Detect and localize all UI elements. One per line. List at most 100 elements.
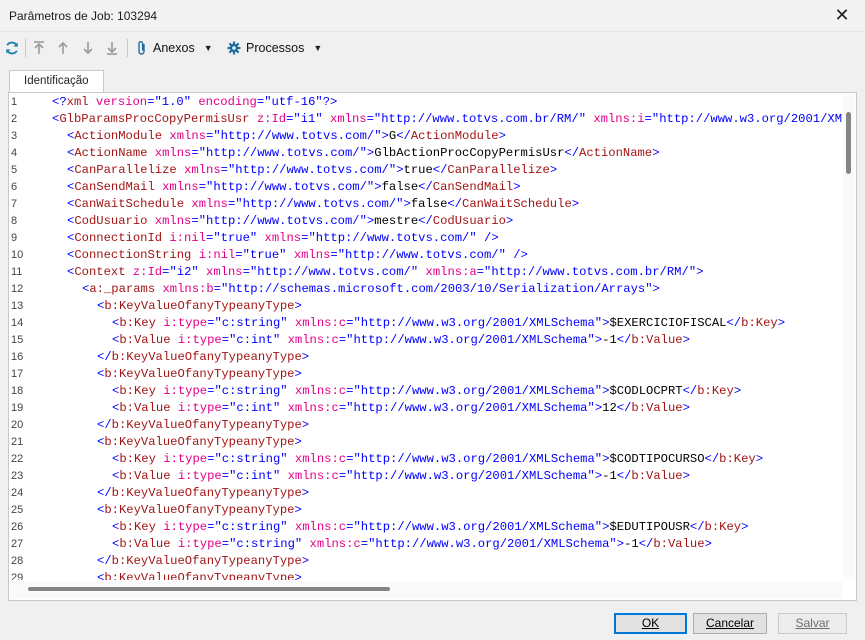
code-line: 24 </b:KeyValueOfanyTypeanyType> bbox=[10, 485, 844, 502]
xml-token: xmlns bbox=[154, 146, 192, 160]
tab-identificacao[interactable]: Identificação bbox=[9, 70, 104, 93]
xml-token: "c:int" bbox=[229, 401, 281, 415]
xml-token: encoding bbox=[198, 95, 257, 109]
xml-token: b:KeyValueOfanyTypeanyType bbox=[104, 571, 295, 580]
xml-token: = bbox=[221, 469, 230, 483]
xml-token: > bbox=[682, 469, 690, 483]
xml-token bbox=[477, 231, 484, 245]
move-down-button[interactable] bbox=[81, 37, 95, 59]
xml-token: xmlns:c bbox=[287, 469, 339, 483]
line-number: 21 bbox=[11, 436, 24, 448]
xml-token: "http://www.w3.org/2001/XMLSchema" bbox=[346, 469, 595, 483]
line-number: 22 bbox=[11, 453, 24, 465]
line-number: 27 bbox=[11, 538, 24, 550]
xml-token: ConnectionId bbox=[74, 231, 163, 245]
line-number: 26 bbox=[11, 521, 24, 533]
cancel-button[interactable]: Cancelar bbox=[693, 613, 767, 634]
xml-token: b:KeyValueOfanyTypeanyType bbox=[111, 554, 302, 568]
code-text: <ActionModule xmlns="http://www.totvs.co… bbox=[67, 128, 506, 145]
xml-token: > bbox=[616, 537, 625, 551]
xml-token: = bbox=[366, 112, 374, 126]
code-text: <b:KeyValueOfanyTypeanyType> bbox=[97, 434, 302, 451]
attachments-menu-button[interactable]: Anexos ▼ bbox=[136, 37, 213, 59]
xml-token: b:Value bbox=[119, 537, 171, 551]
xml-token: > bbox=[294, 571, 302, 580]
xml-token bbox=[177, 163, 184, 177]
xml-token: CanWaitSchedule bbox=[462, 197, 572, 211]
xml-token: xmlns bbox=[264, 231, 302, 245]
code-text: <b:Key i:type="c:string" xmlns:c="http:/… bbox=[112, 519, 748, 536]
xml-token: 12 bbox=[602, 401, 617, 415]
xml-token: > bbox=[294, 435, 302, 449]
line-number: 14 bbox=[11, 317, 24, 329]
xml-token: xmlns:i bbox=[593, 112, 645, 126]
line-number: 23 bbox=[11, 470, 24, 482]
xml-token: > bbox=[294, 367, 302, 381]
xml-token: "http://www.totvs.com/" bbox=[337, 248, 506, 262]
xml-editor[interactable]: 1 <?xml version="1.0" encoding="utf-16"?>… bbox=[10, 94, 844, 580]
code-line: 3 <ActionModule xmlns="http://www.totvs.c… bbox=[10, 128, 844, 145]
xml-token: true bbox=[403, 163, 433, 177]
line-number: 15 bbox=[11, 334, 24, 346]
xml-token: </ bbox=[396, 129, 411, 143]
line-number: 17 bbox=[11, 368, 24, 380]
horizontal-scroll-thumb[interactable] bbox=[28, 587, 390, 591]
save-button[interactable]: Salvar bbox=[778, 613, 847, 634]
chevron-down-icon: ▼ bbox=[203, 43, 213, 53]
xml-token: </ bbox=[97, 554, 112, 568]
ok-button[interactable]: OK bbox=[614, 613, 687, 634]
horizontal-scrollbar[interactable] bbox=[10, 581, 843, 599]
code-text: <b:KeyValueOfanyTypeanyType> bbox=[97, 298, 302, 315]
refresh-button[interactable] bbox=[4, 37, 20, 59]
line-number: 20 bbox=[11, 419, 24, 431]
move-last-button[interactable] bbox=[105, 37, 119, 59]
xml-token: z:Id bbox=[132, 265, 163, 279]
xml-token: xmlns:c bbox=[309, 537, 361, 551]
move-first-button[interactable] bbox=[32, 37, 46, 59]
xml-token: b:Value bbox=[119, 469, 171, 483]
toolbar-separator bbox=[25, 39, 26, 57]
xml-token: xmlns bbox=[154, 214, 192, 228]
xml-token: </ bbox=[726, 316, 742, 330]
tab-strip: Identificação bbox=[8, 70, 857, 93]
xml-token: </ bbox=[432, 163, 448, 177]
xml-token: "http://www.w3.org/2001/XMLSchema" bbox=[353, 520, 603, 534]
xml-token: > bbox=[294, 503, 302, 517]
xml-token: = bbox=[330, 248, 338, 262]
xml-token: xml bbox=[66, 95, 89, 109]
xml-token bbox=[171, 333, 178, 347]
xml-token: ?> bbox=[322, 95, 338, 109]
xml-token: /> bbox=[484, 231, 499, 245]
xml-token: i:type bbox=[163, 316, 208, 330]
xml-token bbox=[288, 316, 295, 330]
vertical-scroll-thumb[interactable] bbox=[846, 112, 851, 174]
close-icon[interactable]: ✕ bbox=[833, 5, 851, 25]
vertical-scrollbar[interactable] bbox=[843, 94, 855, 580]
xml-token: </ bbox=[689, 520, 705, 534]
xml-token: = bbox=[221, 401, 230, 415]
xml-token: $CODLOCPRT bbox=[609, 384, 683, 398]
xml-token: CanWaitSchedule bbox=[74, 197, 185, 211]
xml-token bbox=[89, 95, 96, 109]
xml-token: b:Key bbox=[704, 520, 742, 534]
xml-token: "c:int" bbox=[229, 469, 281, 483]
xml-token: "http://www.totvs.com/" bbox=[213, 129, 382, 143]
code-line: 7 <CanWaitSchedule xmlns="http://www.totv… bbox=[10, 196, 844, 213]
xml-token: xmlns:c bbox=[287, 401, 339, 415]
xml-token: xmlns:c bbox=[294, 384, 347, 398]
xml-token: = bbox=[220, 163, 228, 177]
xml-token: i:type bbox=[163, 520, 208, 534]
xml-token: "http://www.w3.org/2001/XMLSchema" bbox=[346, 333, 595, 347]
xml-token: b:KeyValueOfanyTypeanyType bbox=[104, 503, 295, 517]
xml-token: "i2" bbox=[169, 265, 199, 279]
xml-token: i:type bbox=[177, 333, 222, 347]
processes-menu-button[interactable]: Processos ▼ bbox=[227, 37, 322, 59]
xml-token: b:Key bbox=[119, 520, 156, 534]
line-number: 9 bbox=[11, 232, 18, 244]
move-up-button[interactable] bbox=[56, 37, 70, 59]
xml-token: > bbox=[696, 265, 704, 279]
code-line: 29 <b:KeyValueOfanyTypeanyType> bbox=[10, 570, 844, 580]
xml-token: "1.0" bbox=[154, 95, 192, 109]
xml-token: b:KeyValueOfanyTypeanyType bbox=[104, 435, 295, 449]
code-text: <CanParallelize xmlns="http://www.totvs.… bbox=[67, 162, 557, 179]
